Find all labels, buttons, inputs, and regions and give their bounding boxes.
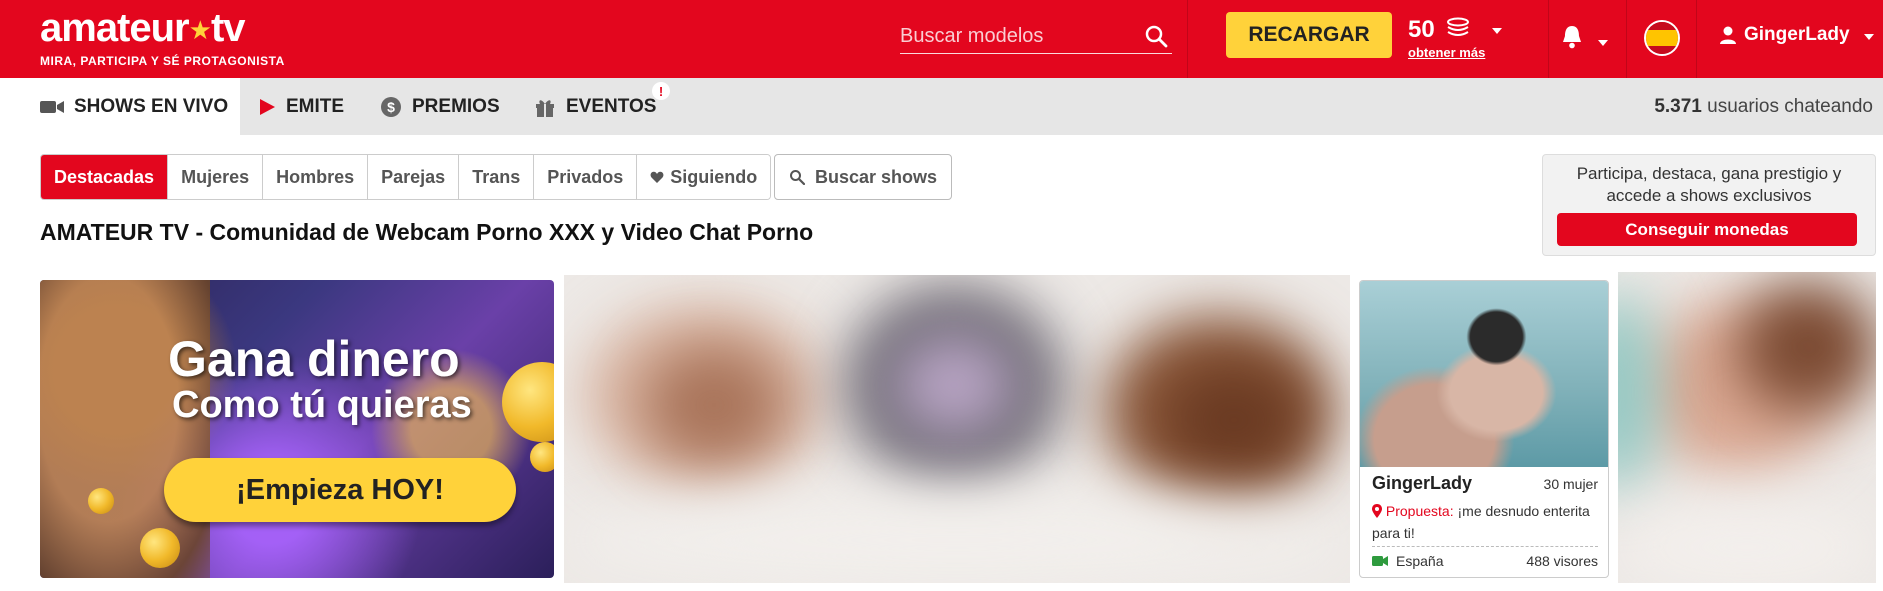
banner-subheadline: Como tú quieras (172, 384, 472, 426)
promo-banner[interactable]: Gana dinero Como tú quieras ¡Empieza HOY… (40, 280, 554, 578)
logo-tagline: MIRA, PARTICIPA Y SÉ PROTAGONISTA (40, 54, 285, 68)
spain-flag-icon[interactable] (1644, 20, 1680, 56)
filter-hombres[interactable]: Hombres (263, 155, 369, 199)
nav-premios[interactable]: $ PREMIOS (380, 78, 500, 135)
events-alert-badge: ! (652, 82, 670, 100)
notifications-chevron-down-icon[interactable] (1598, 33, 1608, 51)
search-shows-button[interactable]: Buscar shows (774, 154, 952, 200)
get-more-coins-link[interactable]: obtener más (1408, 45, 1502, 60)
filter-mujeres[interactable]: Mujeres (168, 155, 264, 199)
start-today-button[interactable]: ¡Empieza HOY! (164, 458, 516, 522)
category-filters: Destacadas Mujeres Hombres Parejas Trans… (40, 154, 772, 200)
gold-coin-icon (140, 528, 180, 568)
get-coins-button[interactable]: Conseguir monedas (1557, 213, 1857, 246)
banner-figure-image (40, 280, 210, 578)
model-thumbnail[interactable] (1360, 281, 1608, 467)
gold-coin-icon (88, 488, 114, 514)
online-users-count: 5.371 usuarios chateando (1654, 96, 1873, 117)
filter-parejas[interactable]: Parejas (368, 155, 460, 199)
svg-text:$: $ (387, 99, 395, 115)
filter-trans[interactable]: Trans (459, 155, 535, 199)
nav-label: SHOWS EN VIVO (74, 95, 229, 117)
model-name: GingerLady (1372, 473, 1473, 493)
user-icon (1718, 25, 1738, 45)
top-header: amateur★tv MIRA, PARTICIPA Y SÉ PROTAGON… (0, 0, 1883, 78)
filter-privados[interactable]: Privados (534, 155, 638, 199)
proposal-label: Propuesta: (1385, 503, 1454, 519)
model-search (900, 20, 1172, 54)
model-age-gender: 30 mujer (1543, 476, 1598, 492)
gold-coin-icon (502, 362, 554, 442)
video-camera-icon (1372, 555, 1388, 567)
bell-icon[interactable] (1560, 24, 1584, 55)
search-icon[interactable] (1144, 24, 1168, 53)
user-chevron-down-icon[interactable] (1863, 24, 1874, 46)
filter-siguiendo[interactable]: Siguiendo (637, 155, 771, 199)
gold-coin-icon (530, 442, 554, 472)
gift-icon (534, 96, 556, 118)
search-shows-label: Buscar shows (814, 166, 938, 187)
model-search-input[interactable] (900, 20, 1130, 52)
model-country: España (1372, 553, 1443, 569)
model-card[interactable]: GingerLady 30 mujer Propuesta: ¡me desnu… (1359, 280, 1609, 578)
promo-text: Participa, destaca, gana prestigio y acc… (1576, 164, 1842, 205)
header-divider (1696, 0, 1697, 78)
nav-emite[interactable]: EMITE (258, 78, 344, 135)
username: GingerLady (1744, 24, 1850, 45)
play-icon (258, 98, 276, 116)
recharge-button[interactable]: RECARGAR (1226, 12, 1392, 58)
nav-label: PREMIOS (412, 95, 500, 117)
user-menu[interactable]: GingerLady (1718, 24, 1874, 46)
filter-destacadas[interactable]: Destacadas (41, 155, 169, 199)
blurred-model-card[interactable] (1618, 272, 1876, 583)
filter-label: Siguiendo (670, 166, 758, 187)
coins-amount: 50 (1408, 16, 1435, 43)
coins-promo-box: Participa, destaca, gana prestigio y acc… (1542, 154, 1876, 256)
header-divider (1187, 0, 1188, 78)
header-divider (1548, 0, 1549, 78)
card-divider (1372, 546, 1598, 547)
coins-balance[interactable]: 50 obtener más (1408, 16, 1502, 60)
coins-chevron-down-icon[interactable] (1491, 21, 1502, 39)
nav-label: EVENTOS (566, 95, 657, 117)
coin-stack-icon (1445, 17, 1471, 44)
page-title: AMATEUR TV - Comunidad de Webcam Porno X… (40, 219, 814, 245)
video-camera-icon (40, 99, 64, 115)
heart-icon (650, 171, 664, 184)
amateurtv-logo[interactable]: amateur★tv MIRA, PARTICIPA Y SÉ PROTAGON… (40, 8, 285, 68)
model-viewers: 488 visores (1526, 553, 1598, 569)
model-proposal: Propuesta: ¡me desnudo enterita para ti! (1372, 501, 1598, 543)
nav-eventos[interactable]: EVENTOS (534, 78, 656, 135)
pin-icon (1372, 503, 1382, 523)
search-icon (789, 169, 805, 185)
nav-label: EMITE (286, 95, 345, 117)
logo-wordmark: amateur★tv (40, 6, 246, 50)
dollar-coin-icon: $ (380, 96, 402, 118)
blurred-model-cards[interactable] (564, 275, 1350, 583)
nav-shows-en-vivo[interactable]: SHOWS EN VIVO (0, 78, 240, 135)
header-divider (1626, 0, 1627, 78)
banner-headline: Gana dinero (168, 331, 460, 387)
main-nav: SHOWS EN VIVO EMITE $ PREMIOS EVENTOS ! … (0, 78, 1883, 135)
